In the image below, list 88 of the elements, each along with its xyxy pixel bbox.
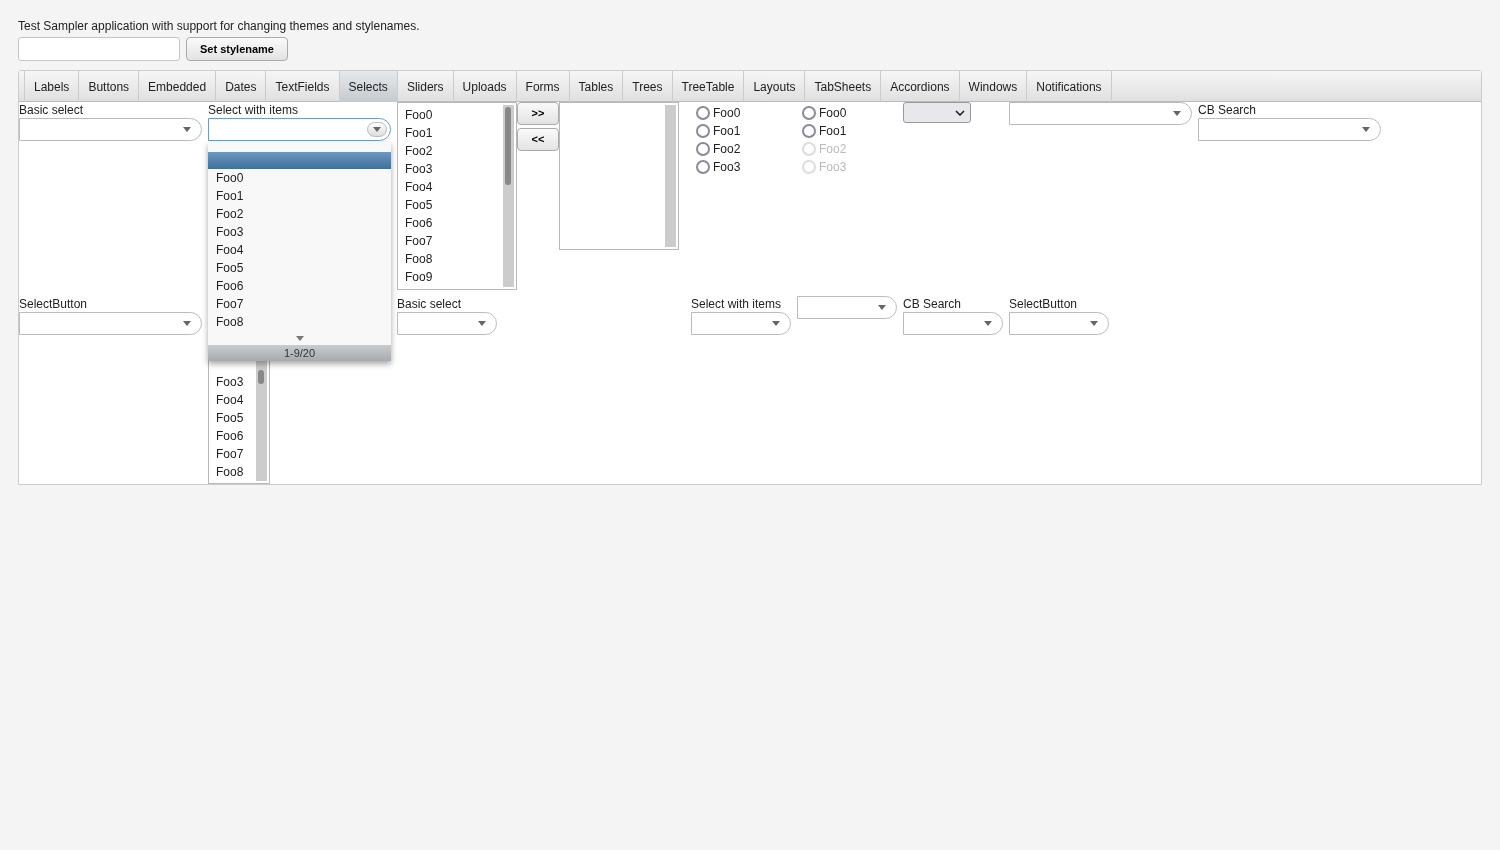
tab[interactable]: Embedded [138,71,216,102]
select-field[interactable] [903,312,1003,335]
radio-button[interactable] [696,142,710,156]
scroll-down-icon [295,335,304,341]
radio-label: Foo1 [713,123,741,140]
radio-label: Foo0 [819,105,847,122]
list-item[interactable]: Foo0 [398,106,503,124]
move-button[interactable]: >> [517,102,559,125]
list-item[interactable]: Foo6 [209,427,256,445]
select-field[interactable] [1198,118,1381,141]
dropdown-option[interactable]: Foo4 [208,241,391,259]
field-label: Select with items [691,297,783,312]
page-count: 1-9/20 [208,345,391,361]
radio-button[interactable] [696,160,710,174]
field-label: Basic select [397,297,463,312]
caret-icon [373,127,381,132]
list-item[interactable]: Foo4 [398,178,503,196]
caret-icon [1362,127,1370,132]
list-item[interactable]: Foo9 [398,268,503,286]
dropdown-option[interactable]: Foo3 [208,223,391,241]
list-item[interactable]: Foo5 [209,409,256,427]
description-text: Test Sampler application with support for changing themes and stylenames. [18,18,421,34]
select-field[interactable] [691,312,791,335]
radio-label: Foo3 [819,159,847,176]
field-label: CB Search [1198,103,1258,118]
radio-button[interactable] [802,106,816,120]
select-field[interactable] [1009,312,1109,335]
list-item[interactable]: Foo1 [398,124,503,142]
native-select[interactable] [903,102,971,123]
caret-icon [984,321,992,326]
list-item[interactable]: Foo8 [209,463,256,481]
caret-icon [478,321,486,326]
dropdown-option[interactable]: Foo2 [208,205,391,223]
stylename-input[interactable] [18,37,180,61]
select-field[interactable] [19,118,202,141]
chevron-down-icon [955,109,965,116]
move-button[interactable]: << [517,128,559,151]
tab[interactable]: Buttons [78,71,139,102]
list-item[interactable]: Foo7 [398,232,503,250]
radio-label: Foo2 [713,141,741,158]
radio-label: Foo0 [713,105,741,122]
caret-icon [772,321,780,326]
list-item[interactable]: Foo3 [209,373,256,391]
caret-icon [878,305,886,310]
select-field[interactable] [19,312,202,335]
caret-icon [183,127,191,132]
list-item[interactable]: Foo3 [398,160,503,178]
set-stylename-button[interactable]: Set stylename [186,37,288,61]
list-item[interactable]: Foo4 [209,391,256,409]
radio-label: Foo2 [819,141,847,158]
list-item[interactable]: Foo6 [398,214,503,232]
radio-label: Foo3 [713,159,741,176]
dropdown-option[interactable]: Foo6 [208,277,391,295]
radio-button[interactable] [802,124,816,138]
list-item[interactable]: Foo5 [398,196,503,214]
radio-button[interactable] [696,124,710,138]
tab[interactable]: Layouts [743,71,805,102]
dropdown-option[interactable] [208,152,391,169]
list-box[interactable] [559,102,679,250]
dropdown-option[interactable]: Foo5 [208,259,391,277]
tab[interactable]: Dates [215,71,266,102]
dropdown-option[interactable]: Foo7 [208,295,391,313]
tab[interactable]: TextFields [265,71,339,102]
caret-icon [1173,111,1181,116]
list-item[interactable]: Foo8 [398,250,503,268]
select-field[interactable] [208,118,391,141]
caret-icon [183,321,191,326]
list-item[interactable]: Foo2 [398,142,503,160]
select-field[interactable] [797,296,897,319]
select-field[interactable] [1009,102,1192,125]
field-label: SelectButton [19,297,89,312]
caret-icon [1090,321,1098,326]
field-label: SelectButton [1009,297,1079,312]
dropdown-option[interactable]: Foo1 [208,187,391,205]
radio-label: Foo1 [819,123,847,140]
field-label: CB Search [903,297,963,312]
list-item[interactable]: Foo7 [209,445,256,463]
list-box[interactable]: Foo0 Foo1 Foo2 Foo3 Foo4 Foo5 Foo6 Foo7 Foo8 Foo9 [397,102,517,290]
tab[interactable]: TabSheets [804,71,881,102]
scrollbar[interactable] [503,105,514,287]
tab[interactable]: Selects [338,71,397,102]
radio-button[interactable] [696,106,710,120]
field-label: Basic select [19,103,85,118]
tab[interactable]: Labels [24,71,79,102]
scrollbar[interactable] [665,105,676,247]
select-field[interactable] [397,312,497,335]
field-label: Select with items [208,103,300,118]
dropdown-option[interactable]: Foo0 [208,169,391,187]
